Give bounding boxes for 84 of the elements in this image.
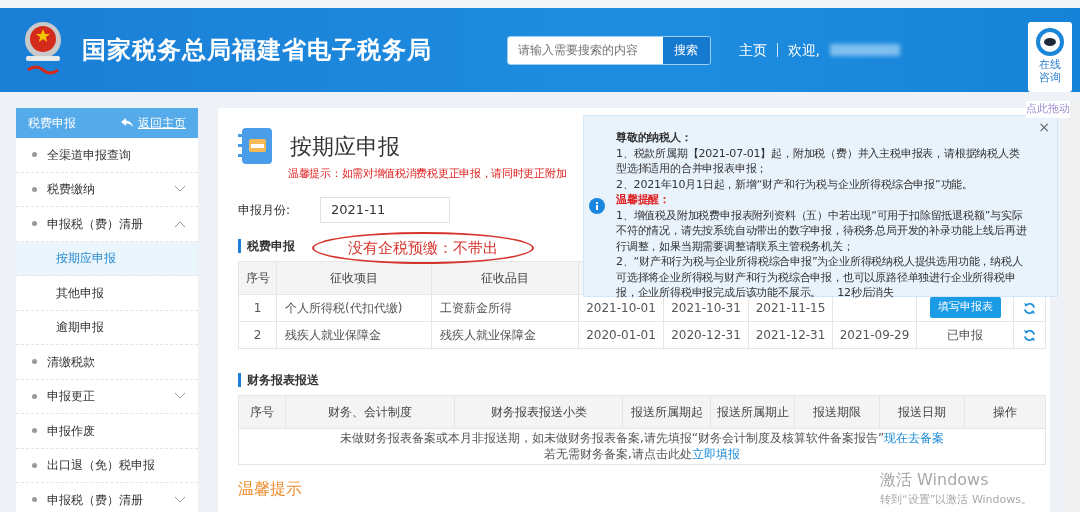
close-button[interactable]: × — [1038, 120, 1050, 136]
column-header: 征收项目 — [276, 261, 432, 294]
column-header: 报送所属期止 — [710, 395, 795, 428]
sidebar-item-label: 申报更正 — [47, 388, 95, 406]
column-header: 序号 — [238, 395, 286, 428]
notice-text: 1、税款所属期【2021-07-01】起，附加税（费）并入主税申报表，请根据纳税人类型选择适用的合并申报表申报； — [616, 145, 1021, 177]
sidebar-subitem[interactable]: 逾期申报 — [16, 310, 198, 345]
sidebar-item[interactable]: 清缴税款 — [16, 345, 198, 380]
search-button[interactable]: 搜索 — [662, 36, 710, 64]
sidebar-item-label: 申报作废 — [47, 422, 95, 440]
column-header: 报送所属期起 — [622, 395, 711, 428]
tips-heading: 温馨提示 — [238, 478, 302, 499]
bullet-icon — [32, 186, 37, 192]
sidebar-title: 税费申报 — [28, 115, 76, 132]
table-cell: 2020-12-31 — [663, 321, 749, 348]
column-header: 报送日期 — [879, 395, 965, 428]
bullet-icon — [32, 221, 37, 227]
month-label: 申报月份: — [238, 201, 291, 219]
sidebar-item[interactable]: 出口退（免）税申报 — [16, 448, 198, 483]
home-link[interactable]: 主页 — [738, 39, 767, 61]
robot-icon — [1036, 28, 1064, 56]
sidebar-item-label: 申报税（费）清册 — [47, 491, 143, 509]
link[interactable]: 立即填报 — [691, 447, 740, 461]
bullet-icon — [32, 359, 37, 365]
month-field[interactable]: 2021-11 — [320, 196, 451, 223]
countdown-text: 12秒后消失 — [837, 286, 894, 299]
info-icon — [589, 198, 605, 214]
sidebar-item[interactable]: 申报作废 — [16, 414, 198, 449]
os-activation-title: 激活 Windows — [880, 469, 990, 491]
table-cell: 1 — [238, 294, 277, 321]
redacted-name — [830, 44, 900, 56]
os-activation-text: 转到“设置”以激活 Windows。 — [880, 492, 1032, 508]
section-title: 财务报表报送 — [238, 372, 1030, 387]
bullet-icon — [32, 428, 37, 434]
table-cell: 2020-01-01 — [578, 321, 664, 348]
status-cell: 已申报 — [916, 321, 1014, 348]
site-title: 国家税务总局福建省电子税务局 — [82, 35, 432, 66]
sidebar-item-label: 全渠道申报查询 — [47, 146, 131, 164]
consult-widget[interactable]: 在线咨询 — [1028, 22, 1072, 92]
empty-message: 未做财务报表备案或本月非报送期，如未做财务报表备案,请先填报“财务会计制度及核算软件备案报告”现在去备案 — [338, 430, 946, 446]
column-header: 征收品目 — [431, 261, 579, 294]
bullet-icon — [32, 462, 37, 468]
notice-greeting: 尊敬的纳税人： — [616, 130, 693, 146]
sidebar-item[interactable]: 全渠道申报查询 — [16, 138, 198, 173]
warning-text: 温馨提示：如需对增值税消费税更正申报，请同时更正附加 — [288, 166, 567, 182]
empty-message: 若无需财务备案,请点击此处立即填报 — [543, 446, 741, 462]
notebook-icon — [238, 126, 274, 166]
sidebar-item-label: 税费缴纳 — [47, 181, 95, 199]
bullet-icon — [32, 497, 37, 503]
column-header: 财务报表报送小类 — [454, 395, 623, 428]
notice-text: 2、2021年10月1日起，新增“财产和行为税与企业所得税综合申报”功能。 — [616, 176, 974, 192]
table-cell: 2021-09-29 — [832, 321, 917, 348]
drag-hint: 点此拖动 — [1026, 101, 1070, 118]
bullet-icon — [32, 393, 37, 399]
sidebar-item-label: 出口退（免）税申报 — [47, 457, 155, 475]
consult-label: 在线咨询 — [1039, 58, 1061, 84]
link[interactable]: 现在去备案 — [884, 431, 945, 445]
sidebar-item[interactable]: 申报税（费）清册 — [16, 207, 198, 242]
refresh-icon[interactable] — [1023, 328, 1036, 342]
sidebar-item[interactable]: 税费缴纳 — [16, 172, 198, 207]
welcome-text: 欢迎, — [787, 40, 820, 60]
table-cell: 工资薪金所得 — [431, 294, 579, 321]
page-title: 按期应申报 — [290, 132, 400, 161]
table-cell: 残疾人就业保障金 — [276, 321, 432, 348]
sidebar-subitem[interactable]: 按期应申报 — [16, 241, 198, 276]
sidebar-subitem[interactable]: 其他申报 — [16, 276, 198, 311]
back-arrow-icon — [121, 118, 133, 128]
column-header: 序号 — [238, 261, 277, 294]
sidebar-item[interactable]: 申报更正 — [16, 379, 198, 414]
annotation-ellipse: 没有企税预缴：不带出 — [312, 232, 534, 264]
sidebar-item-label: 申报税（费）清册 — [47, 215, 143, 233]
column-header: 财务、会计制度 — [285, 395, 455, 428]
sidebar-item-label: 清缴税款 — [47, 353, 95, 371]
table-cell: 2021-12-31 — [748, 321, 833, 348]
bullet-icon — [32, 152, 37, 158]
table-cell: 残疾人就业保障金 — [431, 321, 579, 348]
table-cell: 2 — [238, 321, 277, 348]
column-header: 操作 — [964, 395, 1046, 428]
reminder-title: 温馨提醒： — [616, 192, 671, 208]
refresh-icon[interactable] — [1023, 301, 1036, 315]
sidebar-item[interactable]: 申报税（费）清册 — [16, 483, 198, 512]
column-header: 报送期限 — [794, 395, 880, 428]
search-field[interactable]: 请输入需要搜索的内容 搜索 — [506, 35, 711, 65]
table-cell: 个人所得税(代扣代缴) — [276, 294, 432, 321]
